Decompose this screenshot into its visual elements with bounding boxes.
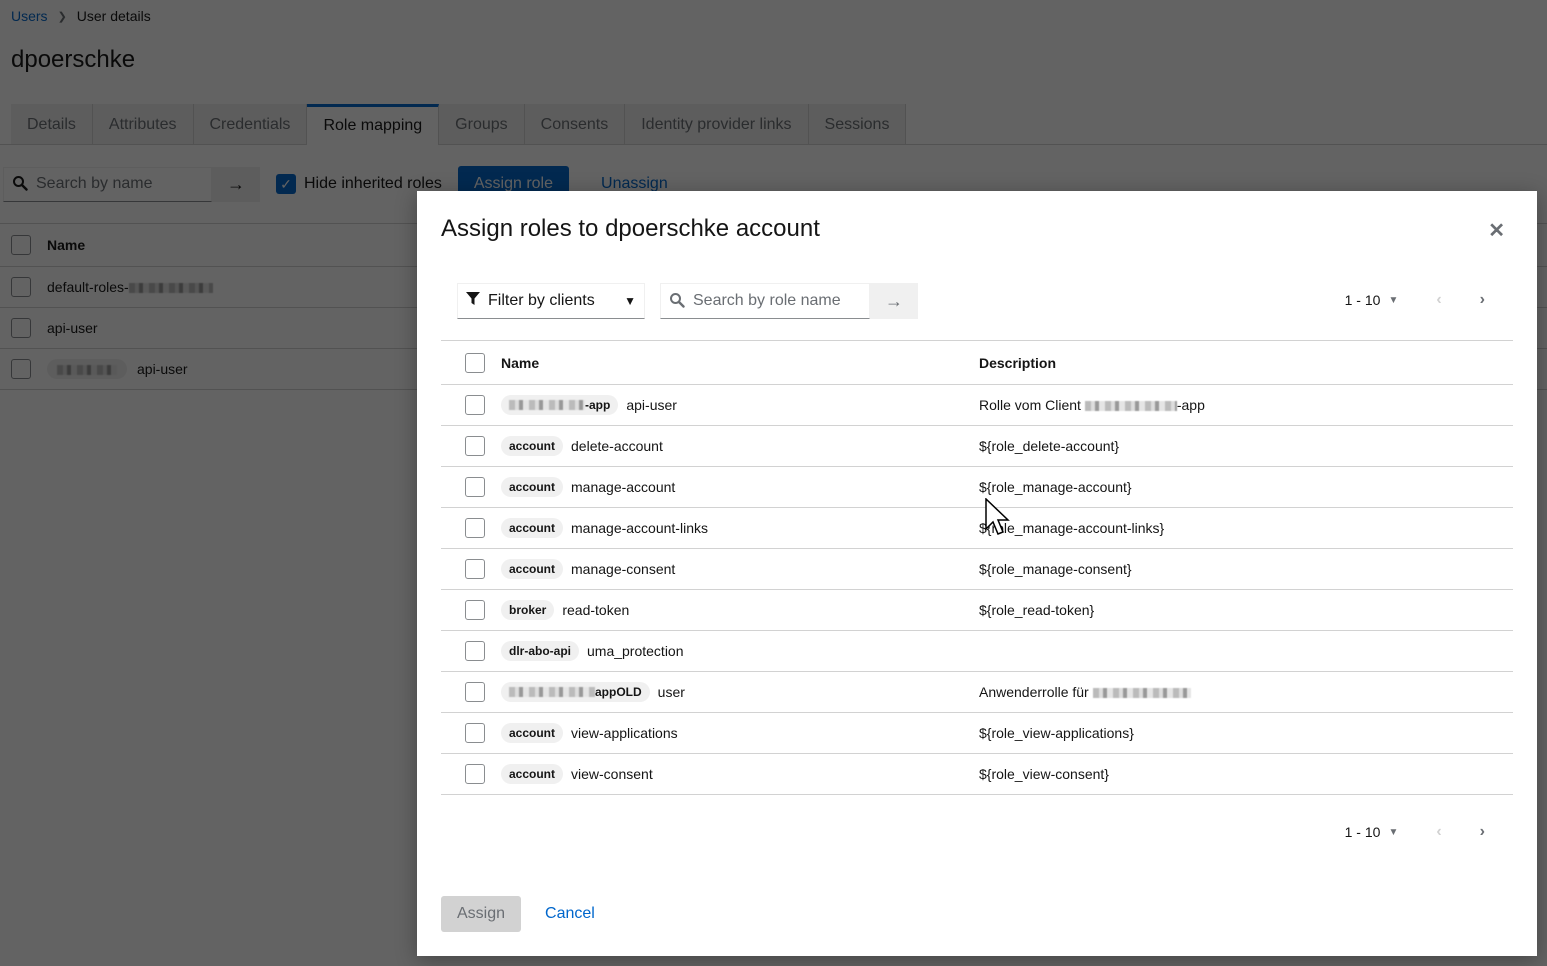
role-search-submit-button[interactable]: → <box>870 283 918 319</box>
role-name: manage-account-links <box>571 520 708 536</box>
client-badge: -app <box>501 395 619 415</box>
caret-down-icon: ▼ <box>1388 294 1399 306</box>
role-name: view-consent <box>571 766 653 782</box>
pagination-range: 1 - 10 <box>1344 292 1381 308</box>
row-checkbox[interactable] <box>465 477 485 497</box>
role-name: manage-consent <box>571 561 676 577</box>
role-description: ${role_manage-account-links} <box>979 520 1165 536</box>
client-badge: account <box>501 518 564 538</box>
chevron-right-icon: › <box>1479 823 1485 840</box>
caret-down-icon: ▼ <box>624 294 636 308</box>
redacted-text <box>509 400 585 410</box>
table-row: appOLD user Anwenderrolle für <box>441 672 1513 713</box>
search-icon <box>669 292 685 311</box>
caret-down-icon: ▼ <box>1388 826 1399 838</box>
filter-label: Filter by clients <box>488 292 595 309</box>
filter-icon <box>466 291 480 311</box>
role-name: view-applications <box>571 725 678 741</box>
row-checkbox[interactable] <box>465 395 485 415</box>
next-page-button[interactable]: › <box>1480 823 1485 841</box>
row-checkbox[interactable] <box>465 559 485 579</box>
role-name: user <box>657 684 685 700</box>
row-checkbox[interactable] <box>465 641 485 661</box>
previous-page-button[interactable]: ‹ <box>1436 291 1441 309</box>
client-badge: account <box>501 764 564 784</box>
row-checkbox[interactable] <box>465 518 485 538</box>
close-icon: ✕ <box>1488 220 1505 242</box>
client-badge: broker <box>501 600 555 620</box>
chevron-left-icon: ‹ <box>1436 823 1442 840</box>
role-name: api-user <box>626 397 677 413</box>
table-header: Name Description <box>441 340 1513 385</box>
roles-table: Name Description -app api-user Rolle vom… <box>441 340 1513 795</box>
redacted-text <box>509 687 595 697</box>
previous-page-button[interactable]: ‹ <box>1436 823 1441 841</box>
close-button[interactable]: ✕ <box>1488 221 1505 241</box>
select-all-checkbox[interactable] <box>465 352 485 373</box>
role-description: ${role_delete-account} <box>979 438 1120 454</box>
role-name: manage-account <box>571 479 676 495</box>
assign-button[interactable]: Assign <box>441 896 522 932</box>
modal-footer: Assign Cancel <box>441 896 611 932</box>
table-row: -app api-user Rolle vom Client -app <box>441 385 1513 426</box>
row-checkbox[interactable] <box>465 682 485 702</box>
client-badge: account <box>501 477 564 497</box>
column-header-description: Description <box>979 354 1057 371</box>
role-description: ${role_view-consent} <box>979 766 1109 782</box>
role-description: ${role_view-applications} <box>979 725 1134 741</box>
redacted-text <box>1084 401 1177 412</box>
arrow-right-icon: → <box>885 290 903 311</box>
client-badge: account <box>501 436 564 456</box>
role-name: delete-account <box>571 438 663 454</box>
pagination-top: 1 - 10 ▼ ‹ › <box>1345 291 1485 309</box>
row-checkbox[interactable] <box>465 600 485 620</box>
table-row: account manage-consent ${role_manage-con… <box>441 549 1513 590</box>
role-description: ${role_manage-account} <box>979 479 1132 495</box>
table-row: account view-consent ${role_view-consent… <box>441 754 1513 795</box>
client-badge: account <box>501 559 564 579</box>
per-page-dropdown[interactable]: 1 - 10 ▼ <box>1345 292 1399 308</box>
table-row: account delete-account ${role_delete-acc… <box>441 426 1513 467</box>
role-search-input[interactable]: Search by role name <box>660 283 870 319</box>
cancel-button[interactable]: Cancel <box>529 905 611 923</box>
row-checkbox[interactable] <box>465 436 485 456</box>
next-page-button[interactable]: › <box>1480 291 1485 309</box>
modal-title: Assign roles to dpoerschke account <box>441 215 820 242</box>
column-header-name[interactable]: Name <box>501 355 979 371</box>
table-row: account manage-account-links ${role_mana… <box>441 508 1513 549</box>
client-badge: appOLD <box>501 682 650 702</box>
table-row: broker read-token ${role_read-token} <box>441 590 1513 631</box>
mouse-cursor-icon <box>985 497 1011 541</box>
role-description: Anwenderrolle für <box>979 684 1513 700</box>
assign-roles-modal: Assign roles to dpoerschke account ✕ Fil… <box>417 191 1537 956</box>
role-description: ${role_read-token} <box>979 602 1095 618</box>
role-name: uma_protection <box>587 643 684 659</box>
redacted-text <box>1092 688 1191 699</box>
filter-by-clients-dropdown[interactable]: Filter by clients ▼ <box>457 283 645 319</box>
modal-toolbar: Filter by clients ▼ Search by role name … <box>457 283 918 319</box>
client-badge: account <box>501 723 564 743</box>
chevron-right-icon: › <box>1479 291 1485 308</box>
per-page-dropdown[interactable]: 1 - 10 ▼ <box>1345 824 1399 840</box>
pagination-range: 1 - 10 <box>1344 824 1381 840</box>
row-checkbox[interactable] <box>465 723 485 743</box>
table-row: account manage-account ${role_manage-acc… <box>441 467 1513 508</box>
pagination-bottom: 1 - 10 ▼ ‹ › <box>1345 823 1485 841</box>
table-row: dlr-abo-api uma_protection <box>441 631 1513 672</box>
row-checkbox[interactable] <box>465 764 485 784</box>
chevron-left-icon: ‹ <box>1436 291 1442 308</box>
client-badge: dlr-abo-api <box>501 641 579 661</box>
role-name: read-token <box>562 602 630 618</box>
role-search-placeholder: Search by role name <box>693 292 841 309</box>
role-description: Rolle vom Client -app <box>979 397 1205 413</box>
table-row: account view-applications ${role_view-ap… <box>441 713 1513 754</box>
role-description: ${role_manage-consent} <box>979 561 1132 577</box>
